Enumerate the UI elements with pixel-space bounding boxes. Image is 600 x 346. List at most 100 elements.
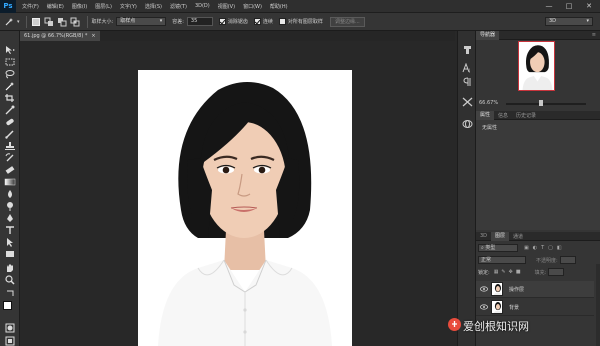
layer-row[interactable]: 背景 [476, 299, 594, 316]
filter-pixel-icon[interactable]: ▣ [524, 245, 529, 251]
filter-smart-icon[interactable]: ◧ [557, 245, 562, 251]
blend-mode-select[interactable]: 正常 [478, 256, 526, 264]
canvas-area[interactable] [21, 41, 455, 346]
lock-all-icon[interactable]: ■ [516, 269, 521, 275]
layer-name[interactable]: 背景 [509, 304, 519, 311]
new-selection-icon[interactable] [31, 17, 41, 27]
fill-input[interactable] [548, 268, 565, 276]
zoom-slider[interactable] [506, 103, 586, 105]
gradient-icon[interactable] [4, 177, 16, 187]
contiguous-checkbox[interactable] [253, 18, 261, 25]
tab-3d[interactable]: 3D [476, 233, 491, 239]
close-button[interactable]: ✕ [582, 1, 596, 11]
menu-filter[interactable]: 滤镜(T) [170, 3, 187, 10]
minimize-button[interactable]: — [542, 1, 556, 11]
filter-shape-icon[interactable]: ▢ [548, 245, 553, 251]
menu-select[interactable]: 选择(S) [145, 3, 162, 10]
svg-text:|: | [469, 68, 470, 73]
menu-image[interactable]: 图像(I) [72, 3, 87, 10]
foreground-color-swatch[interactable] [3, 301, 12, 310]
menu-bar: Ps 文件(F) 编辑(E) 图像(I) 图层(L) 文字(Y) 选择(S) 滤… [0, 0, 600, 13]
antialias-checkbox[interactable] [218, 18, 226, 25]
menu-layer[interactable]: 图层(L) [95, 3, 112, 10]
zoom-value[interactable]: 66.67% [479, 100, 498, 106]
intersect-selection-icon[interactable] [70, 17, 80, 27]
tab-properties[interactable]: 属性 [476, 110, 495, 120]
tab-layers[interactable]: 图层 [491, 231, 510, 241]
zoom-slider-handle[interactable] [539, 100, 543, 106]
tolerance-label: 容差: [172, 19, 184, 25]
path-select-icon[interactable] [4, 237, 16, 247]
tab-channels[interactable]: 通道 [509, 233, 527, 240]
zoom-icon[interactable] [4, 275, 16, 285]
tab-history[interactable]: 历史记录 [512, 112, 540, 119]
layer-filter-row: ⌕ 类型 ▣ ◐ T ▢ ◧ [478, 243, 596, 253]
layer-row[interactable]: 操作层 [476, 281, 594, 298]
dodge-icon[interactable] [4, 201, 16, 211]
tools-preset-icon[interactable] [462, 97, 473, 107]
layer-thumbnail-image [492, 301, 502, 313]
screen-mode-icon[interactable] [4, 336, 16, 346]
marquee-icon[interactable] [4, 57, 16, 67]
menu-view[interactable]: 视图(V) [218, 3, 235, 10]
menu-help[interactable]: 帮助(H) [270, 3, 288, 10]
opacity-input[interactable] [559, 256, 576, 264]
character-icon[interactable]: | [462, 63, 473, 73]
lock-pixels-icon[interactable]: ▦ [494, 269, 499, 275]
eye-icon[interactable] [480, 286, 488, 292]
portrait-photo[interactable] [138, 70, 352, 346]
lock-move-icon[interactable]: ✥ [509, 269, 513, 275]
close-icon[interactable]: × [91, 31, 95, 41]
magic-wand-icon[interactable] [4, 17, 14, 27]
blur-icon[interactable] [4, 189, 16, 199]
lasso-icon[interactable] [4, 69, 16, 79]
menu-edit[interactable]: 编辑(E) [47, 3, 64, 10]
pen-icon[interactable] [4, 213, 16, 223]
type-icon[interactable] [4, 225, 16, 235]
subtract-selection-icon[interactable] [57, 17, 67, 27]
shape-icon[interactable] [4, 249, 16, 259]
swap-colors-icon[interactable] [4, 288, 16, 298]
kind-filter-select[interactable]: ⌕ 类型 [478, 244, 518, 252]
tab-navigator[interactable]: 导航器 [476, 30, 500, 40]
navigator-thumbnail[interactable] [518, 41, 555, 91]
refine-edge-button[interactable]: 调整边缘... [329, 16, 365, 27]
lock-paint-icon[interactable]: ✎ [501, 269, 505, 275]
workspace-select[interactable]: 3D ▾ [545, 17, 593, 26]
tolerance-input[interactable]: 35 [186, 17, 213, 26]
paragraph-icon[interactable] [462, 77, 473, 87]
stamp-icon[interactable] [4, 141, 16, 151]
healing-brush-icon[interactable] [4, 117, 16, 127]
kind-filter-value: 类型 [485, 245, 496, 251]
brush-icon[interactable] [4, 129, 16, 139]
filter-adjustment-icon[interactable]: ◐ [533, 245, 537, 251]
sample-size-select[interactable]: 取样点 ▾ [116, 17, 167, 26]
menu-type[interactable]: 文字(Y) [120, 3, 137, 10]
all-layers-checkbox[interactable] [278, 18, 286, 25]
hand-icon[interactable] [4, 263, 16, 273]
tool-preset-arrow[interactable]: ▾ [17, 19, 20, 25]
tab-info[interactable]: 信息 [494, 112, 512, 119]
layer-name[interactable]: 操作层 [509, 286, 524, 293]
quick-mask-icon[interactable] [4, 323, 16, 333]
3d-icon[interactable] [462, 119, 473, 129]
eye-icon[interactable] [480, 304, 488, 310]
maximize-button[interactable]: □ [562, 1, 576, 11]
menu-3d[interactable]: 3D(D) [195, 3, 210, 9]
add-selection-icon[interactable] [44, 17, 54, 27]
panel-menu-icon[interactable]: ≡ [588, 32, 600, 38]
eyedropper-icon[interactable] [4, 105, 16, 115]
eraser-icon[interactable] [4, 165, 16, 175]
menu-file[interactable]: 文件(F) [22, 3, 39, 10]
filter-type-icon[interactable]: T [541, 245, 544, 251]
document-tab[interactable]: 61.jpg @ 66.7%(RGB/8) * × [20, 31, 100, 41]
brush-preset-icon[interactable] [462, 45, 473, 55]
move-icon[interactable] [4, 45, 16, 55]
layers-scrollbar[interactable] [596, 264, 600, 346]
right-panels: 导航器 ≡ 66.67% 属性 信息 历史记录 无属性 3D 图层 通道 ⌕ 类… [476, 30, 600, 346]
magic-wand-tool-icon[interactable] [4, 81, 16, 91]
menu-window[interactable]: 窗口(W) [243, 3, 262, 10]
crop-icon[interactable] [4, 93, 16, 103]
collapsed-panel-strip: | [457, 31, 476, 346]
history-brush-icon[interactable] [4, 153, 16, 163]
